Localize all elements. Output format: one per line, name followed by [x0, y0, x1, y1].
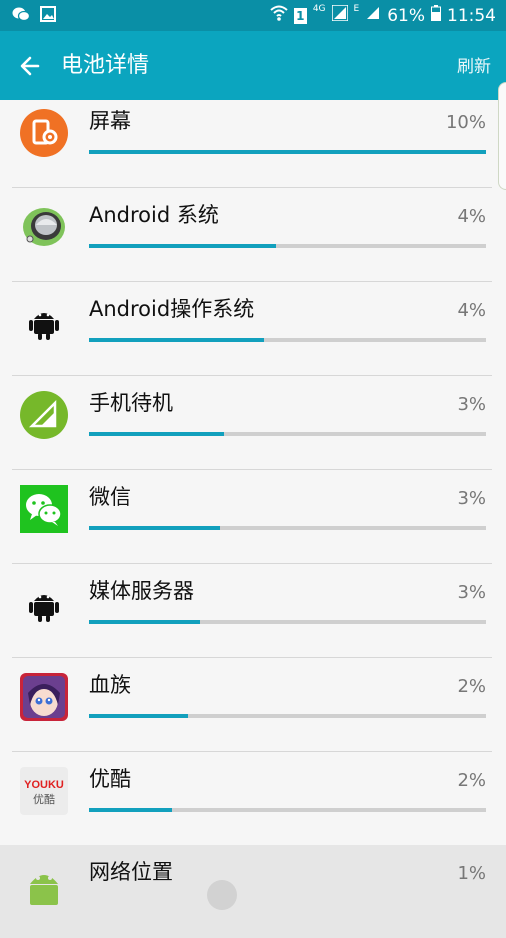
- item-percent: 3%: [457, 582, 486, 603]
- list-item[interactable]: Android操作系统 4%: [12, 282, 492, 376]
- signal-icon: [330, 4, 349, 26]
- usage-bar-fill: [89, 714, 189, 718]
- item-percent: 3%: [457, 488, 486, 509]
- network-4g-label: 4G: [312, 4, 326, 14]
- item-name: 屏幕: [89, 109, 131, 133]
- usage-bar: [89, 620, 486, 624]
- item-name: 手机待机: [89, 391, 173, 415]
- usage-bar-fill: [89, 526, 220, 530]
- signal-standby-icon: [20, 391, 68, 439]
- usage-bar: [89, 150, 486, 154]
- item-percent: 2%: [457, 770, 486, 791]
- network-e-label: E: [353, 4, 360, 14]
- android-robot-icon: [20, 297, 68, 345]
- list-item[interactable]: 屏幕 10%: [12, 94, 492, 188]
- wechat-icon: [20, 485, 68, 533]
- list-item[interactable]: 微信 3%: [12, 470, 492, 564]
- youku-logo-bottom: 优酷: [33, 793, 55, 806]
- item-percent: 4%: [457, 300, 486, 321]
- usage-bar: [89, 714, 486, 718]
- page-title: 电池详情: [61, 53, 150, 78]
- item-name: Android 系统: [89, 203, 219, 227]
- usage-bar: [89, 808, 486, 812]
- gallery-notification-icon: [40, 6, 58, 22]
- usage-bar-fill: [89, 432, 224, 436]
- item-percent: 2%: [457, 676, 486, 697]
- android-robot-icon: [20, 579, 68, 627]
- item-name: 优酷: [89, 767, 131, 791]
- status-bar: 1 4G E 61% 11:54: [0, 0, 506, 31]
- sim-indicator: 1: [293, 7, 307, 24]
- usage-bar-fill: [89, 808, 173, 812]
- usage-bar-fill: [89, 620, 201, 624]
- refresh-button[interactable]: 刷新: [457, 55, 491, 79]
- usage-bar: [89, 432, 486, 436]
- list-item[interactable]: 媒体服务器 3%: [12, 564, 492, 658]
- usage-bar: [89, 526, 486, 530]
- usage-bar: [89, 338, 486, 342]
- bloodline-game-icon: [20, 673, 68, 721]
- battery-percent: 61%: [387, 5, 425, 26]
- screen-settings-icon: [20, 109, 68, 157]
- item-percent: 10%: [445, 112, 486, 133]
- android-system-icon: [20, 203, 68, 251]
- touch-ripple: [207, 880, 237, 910]
- item-percent: 3%: [457, 394, 486, 415]
- item-name: 媒体服务器: [89, 579, 194, 603]
- list-item[interactable]: 血族 2%: [12, 658, 492, 752]
- item-name: 血族: [89, 673, 131, 697]
- edge-panel-handle[interactable]: [498, 82, 506, 190]
- list-item[interactable]: 网络位置 1%: [0, 845, 506, 938]
- app-bar: 电池详情 刷新: [0, 31, 506, 100]
- item-name: Android操作系统: [89, 297, 255, 321]
- usage-bar-fill: [89, 150, 486, 154]
- usage-bar-fill: [89, 338, 264, 342]
- youku-logo-top: YOUKU: [24, 779, 64, 791]
- usage-bar-fill: [89, 244, 276, 248]
- item-percent: 4%: [457, 206, 486, 227]
- clock: 11:54: [447, 5, 496, 26]
- youku-icon: YOUKU 优酷: [20, 767, 68, 815]
- list-item[interactable]: Android 系统 4%: [12, 188, 492, 282]
- back-arrow-icon[interactable]: [16, 51, 46, 81]
- usage-bar: [89, 244, 486, 248]
- android-robot-icon: [20, 860, 68, 908]
- battery-icon: [431, 5, 441, 26]
- wechat-notification-icon: [12, 6, 31, 22]
- list-item[interactable]: YOUKU 优酷 优酷 2%: [12, 752, 492, 846]
- signal-icon-2: [365, 5, 381, 26]
- item-percent: 1%: [457, 863, 486, 884]
- item-name: 网络位置: [89, 860, 173, 884]
- item-name: 微信: [89, 485, 131, 509]
- wifi-icon: [270, 4, 288, 27]
- list-item[interactable]: 手机待机 3%: [12, 376, 492, 470]
